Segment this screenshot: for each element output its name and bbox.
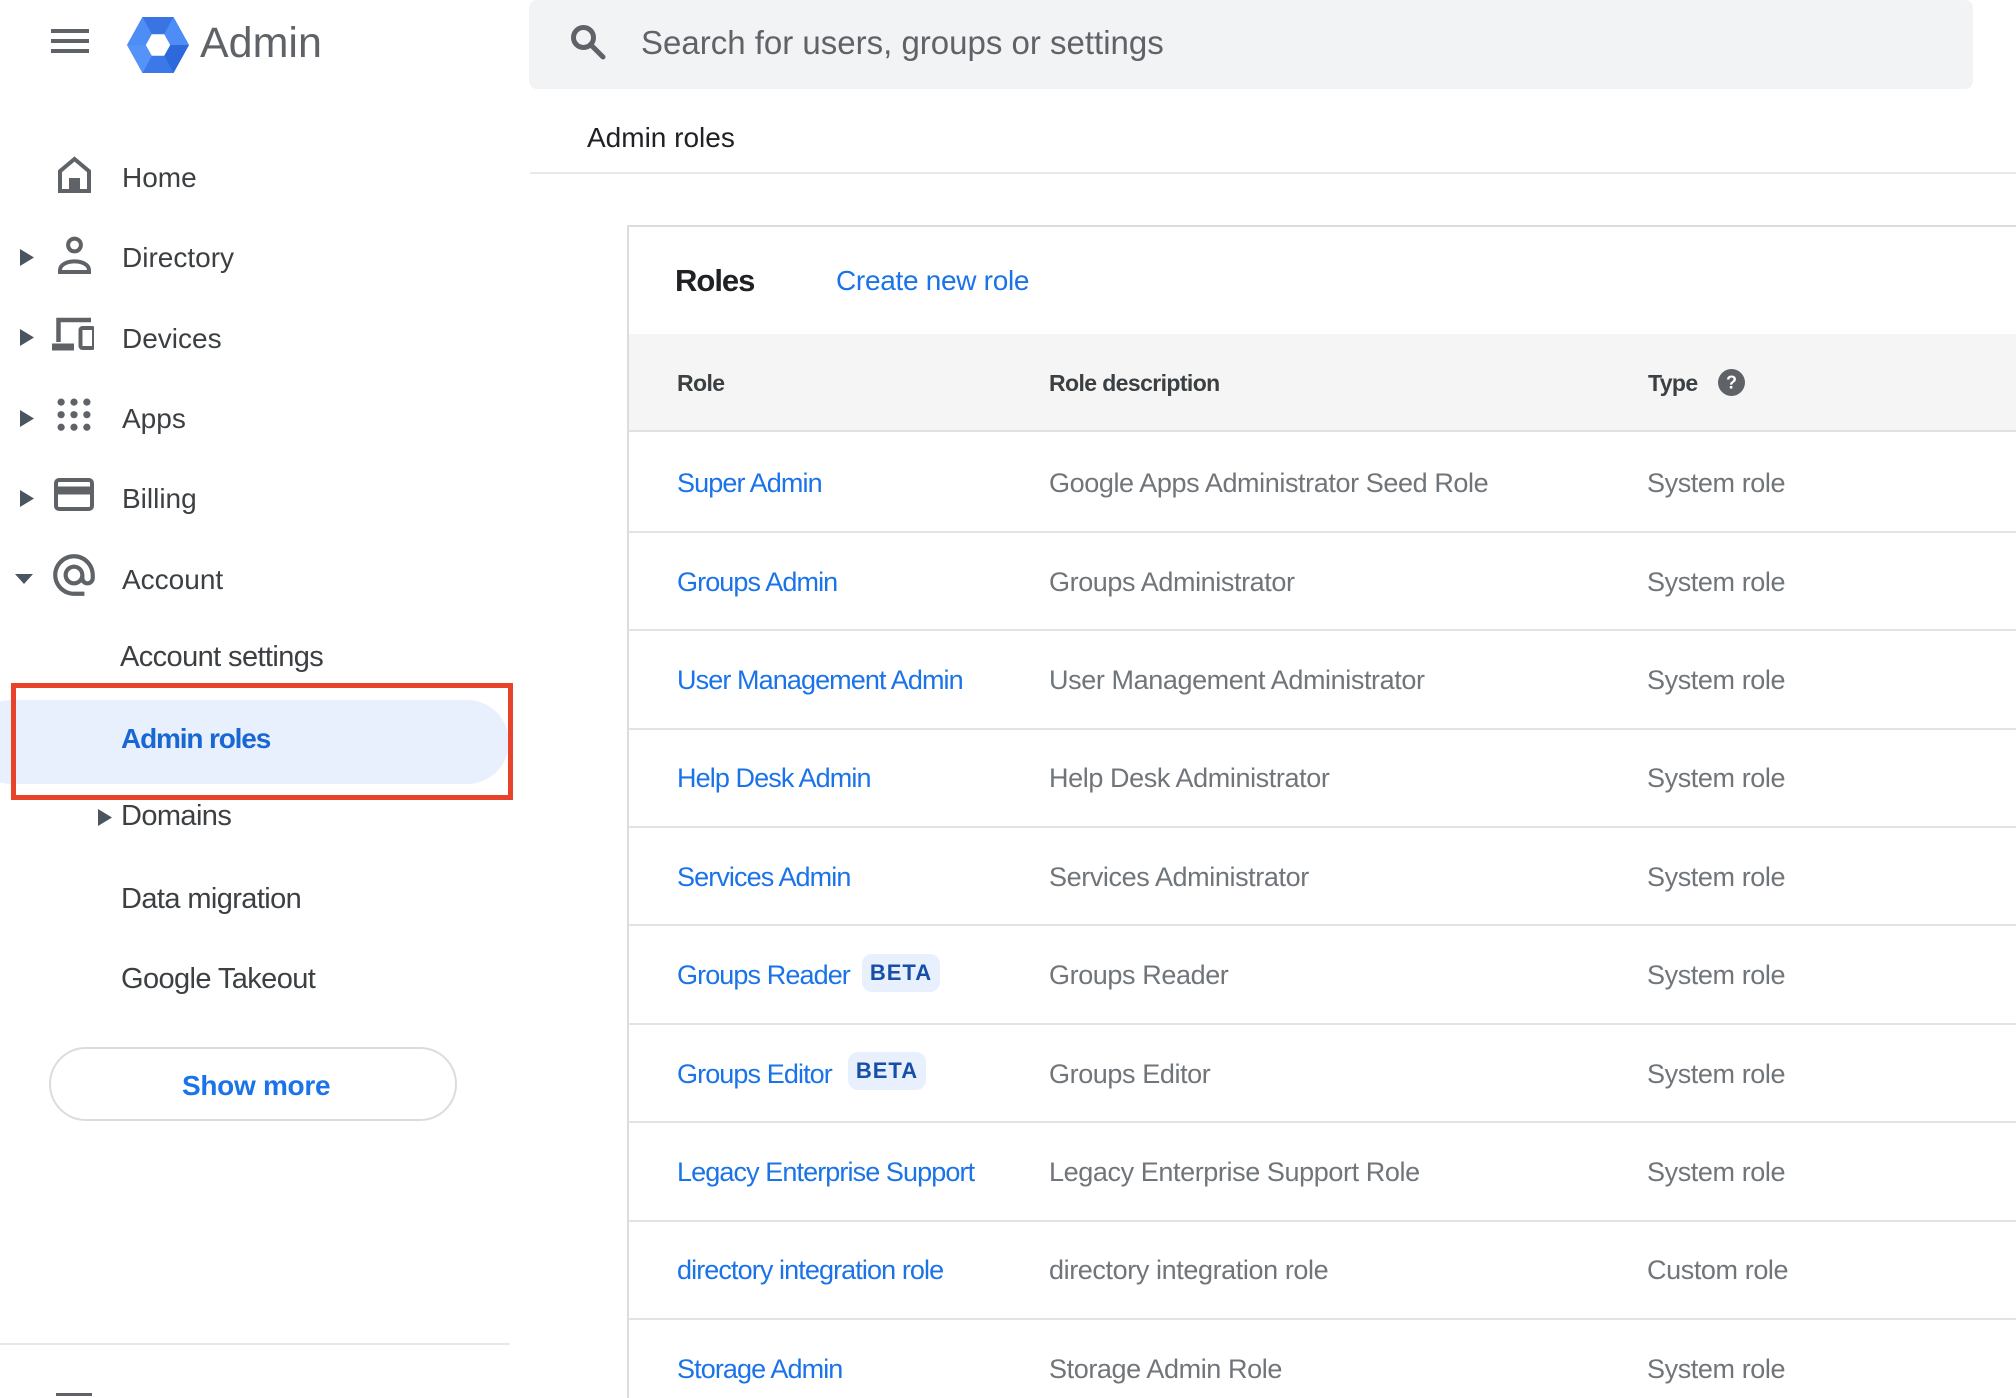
svg-text:?: ? [1726, 373, 1737, 393]
